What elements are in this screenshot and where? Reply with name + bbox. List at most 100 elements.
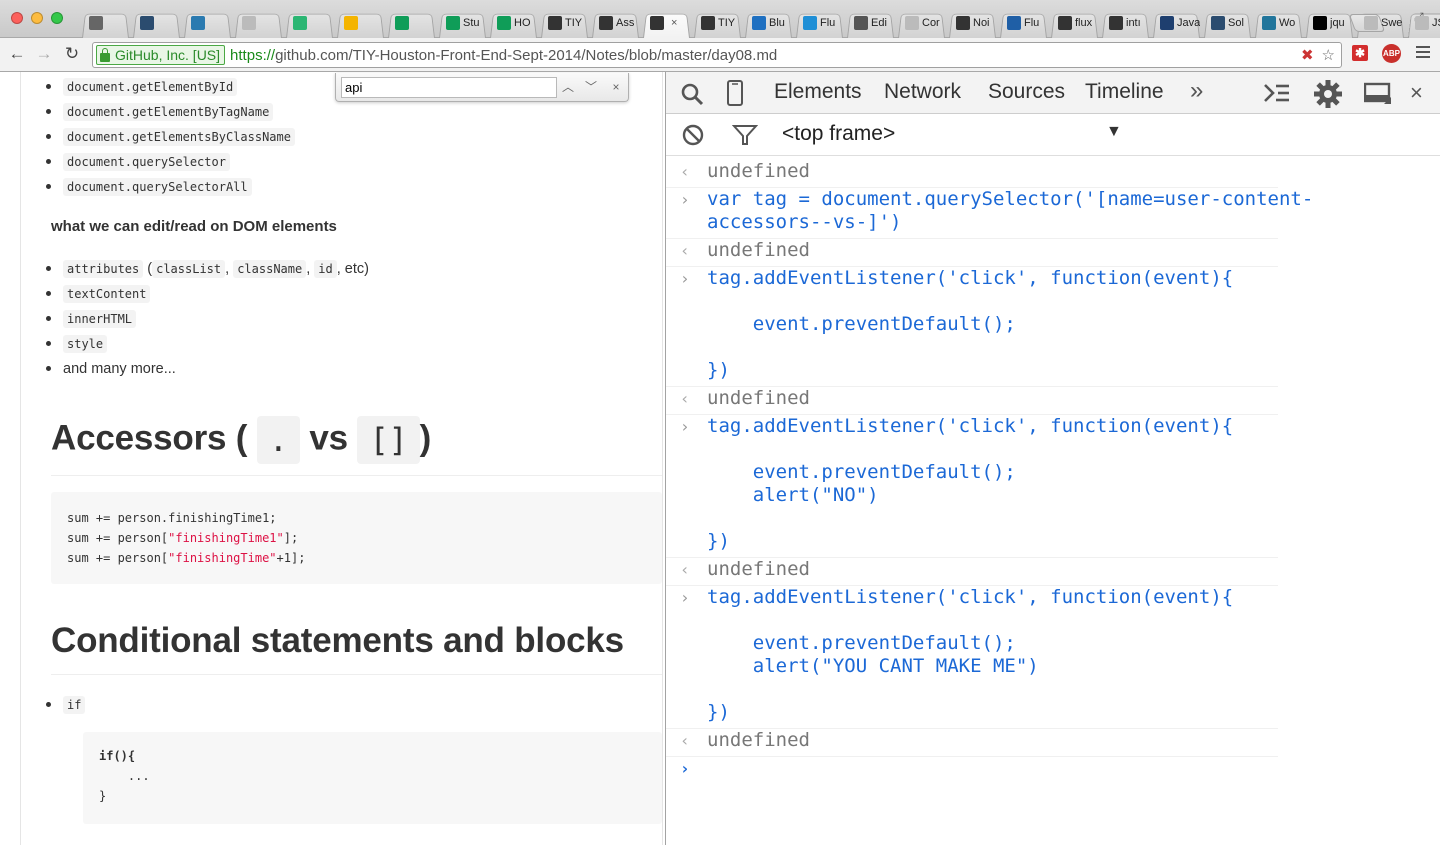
accessors-heading[interactable]: Accessors ( . vs []) bbox=[51, 416, 431, 464]
close-devtools-icon[interactable]: × bbox=[1410, 80, 1423, 106]
trello-icon bbox=[191, 16, 205, 30]
ev-organization-label: GitHub, Inc. [US] bbox=[115, 47, 221, 63]
github-icon bbox=[548, 16, 562, 30]
tab-title: Java bbox=[1177, 17, 1201, 29]
console-result: undefined bbox=[707, 729, 810, 751]
browser-tab[interactable]: Stu bbox=[437, 8, 488, 38]
inline-code: [] bbox=[357, 416, 420, 464]
code-line: ... bbox=[99, 769, 150, 783]
tab-strip: Stu HO TIY Ass × TIY Blu Flu Edi Cor Noi Flu flux int… bbox=[0, 0, 1440, 38]
ev-certificate-badge[interactable]: GitHub, Inc. [US] bbox=[96, 45, 226, 65]
browser-tab[interactable]: jqu bbox=[1304, 8, 1355, 38]
browser-tab[interactable]: Edi bbox=[845, 8, 896, 38]
address-bar[interactable]: GitHub, Inc. [US] https://github.com/TIY… bbox=[92, 42, 1342, 68]
browser-tab[interactable]: Flu bbox=[794, 8, 845, 38]
tab-title: flux bbox=[1075, 17, 1093, 29]
inline-code: document.getElementByTagName bbox=[63, 102, 274, 121]
shield-app-icon bbox=[140, 16, 154, 30]
tab-title: TIY bbox=[718, 17, 736, 29]
conditionals-list: if bbox=[45, 692, 86, 717]
close-tab-icon[interactable]: × bbox=[671, 17, 677, 29]
clear-console-icon[interactable] bbox=[682, 124, 704, 146]
list-item: attributes (classList, className, id, et… bbox=[46, 256, 369, 281]
browser-tab[interactable]: flux bbox=[1049, 8, 1100, 38]
browser-tab[interactable] bbox=[335, 8, 386, 38]
tab-title: jqu bbox=[1330, 17, 1345, 29]
close-window-button[interactable] bbox=[11, 12, 23, 24]
devtools-panel: Elements Network Sources Timeline » × <t… bbox=[665, 72, 1440, 845]
browser-tab[interactable]: × bbox=[641, 8, 692, 38]
blocked-popup-icon[interactable]: ✖ bbox=[1301, 46, 1314, 64]
console-result: undefined bbox=[707, 160, 810, 182]
browser-tab[interactable]: Cor bbox=[896, 8, 947, 38]
tab-network[interactable]: Network bbox=[884, 80, 961, 104]
frame-selector[interactable]: <top frame> bbox=[782, 122, 895, 146]
find-next-button[interactable]: ﹀ bbox=[581, 78, 601, 97]
url-text[interactable]: https://github.com/TIY-Houston-Front-End… bbox=[230, 47, 777, 64]
conditionals-heading[interactable]: Conditional statements and blocks bbox=[51, 621, 624, 661]
text: and many more... bbox=[63, 360, 176, 377]
input-chevron-icon: › bbox=[680, 417, 690, 436]
string-literal: "finishingTime" bbox=[168, 551, 277, 565]
find-previous-button[interactable]: ︿ bbox=[558, 78, 578, 97]
github-markdown-page: document.getElementById document.getEleme… bbox=[0, 72, 665, 845]
inline-code: document.querySelectorAll bbox=[63, 177, 252, 196]
filter-icon[interactable] bbox=[732, 124, 758, 146]
dock-side-icon[interactable] bbox=[1364, 82, 1392, 106]
console-prompt[interactable]: › bbox=[666, 757, 1278, 785]
find-close-button[interactable]: × bbox=[606, 78, 626, 97]
bookmark-star-icon[interactable]: ☆ bbox=[1322, 46, 1335, 64]
browser-tab[interactable] bbox=[386, 8, 437, 38]
console-command: tag.addEventListener('click', function(e… bbox=[707, 267, 1234, 381]
tab-timeline[interactable]: Timeline bbox=[1085, 80, 1164, 104]
browser-tab[interactable]: Blu bbox=[743, 8, 794, 38]
console-drawer-icon[interactable] bbox=[1264, 83, 1290, 103]
hamburger-menu-icon[interactable] bbox=[1416, 46, 1430, 61]
search-icon[interactable] bbox=[680, 82, 704, 106]
browser-tab[interactable] bbox=[284, 8, 335, 38]
heading-divider bbox=[51, 475, 662, 476]
tab-title: HO bbox=[514, 17, 531, 29]
device-mode-icon[interactable] bbox=[726, 80, 744, 106]
more-tabs-icon[interactable]: » bbox=[1190, 77, 1203, 105]
browser-tab[interactable]: Wo bbox=[1253, 8, 1304, 38]
browser-tab[interactable] bbox=[182, 8, 233, 38]
browser-tab[interactable]: Flu bbox=[998, 8, 1049, 38]
sheets-icon bbox=[446, 16, 460, 30]
document-icon bbox=[242, 16, 256, 30]
console-toolbar: <top frame> ▼ bbox=[666, 114, 1440, 156]
forward-arrow-icon[interactable]: → bbox=[34, 44, 54, 64]
tab-sources[interactable]: Sources bbox=[988, 80, 1065, 104]
browser-tab[interactable]: Noi bbox=[947, 8, 998, 38]
browser-tab[interactable]: intı bbox=[1100, 8, 1151, 38]
content-right-border bbox=[662, 72, 663, 845]
code-line: sum += person["finishingTime1"]; bbox=[67, 531, 299, 545]
tab-elements[interactable]: Elements bbox=[774, 80, 862, 104]
find-input[interactable] bbox=[341, 77, 557, 98]
reload-icon[interactable]: ↻ bbox=[62, 44, 82, 64]
document-icon bbox=[1415, 16, 1429, 30]
dom-properties-list: attributes (classList, className, id, et… bbox=[46, 256, 369, 381]
input-chevron-icon: › bbox=[680, 269, 690, 288]
console-input-entry: › tag.addEventListener('click', function(… bbox=[666, 415, 1278, 558]
back-arrow-icon[interactable]: ← bbox=[7, 44, 27, 64]
prompt-chevron-icon: › bbox=[680, 759, 690, 778]
browser-tab[interactable]: Java bbox=[1151, 8, 1202, 38]
browser-tab[interactable] bbox=[131, 8, 182, 38]
browser-tab[interactable]: Ass bbox=[590, 8, 641, 38]
browser-tab[interactable]: TIY bbox=[539, 8, 590, 38]
browser-tab[interactable]: HO bbox=[488, 8, 539, 38]
settings-gear-icon[interactable] bbox=[1313, 79, 1343, 109]
browser-tab[interactable] bbox=[233, 8, 284, 38]
zoom-window-button[interactable] bbox=[51, 12, 63, 24]
drive-icon bbox=[395, 16, 409, 30]
inline-code: . bbox=[256, 416, 300, 464]
lastpass-extension-icon[interactable]: ✱ bbox=[1352, 45, 1368, 61]
frame-dropdown-icon[interactable]: ▼ bbox=[1106, 123, 1122, 141]
browser-tab[interactable] bbox=[80, 8, 131, 38]
list-item: if bbox=[45, 692, 86, 717]
minimize-window-button[interactable] bbox=[31, 12, 43, 24]
browser-tab[interactable]: Sol bbox=[1202, 8, 1253, 38]
browser-tab[interactable]: TIY bbox=[692, 8, 743, 38]
adblock-plus-icon[interactable]: ABP bbox=[1382, 44, 1401, 63]
